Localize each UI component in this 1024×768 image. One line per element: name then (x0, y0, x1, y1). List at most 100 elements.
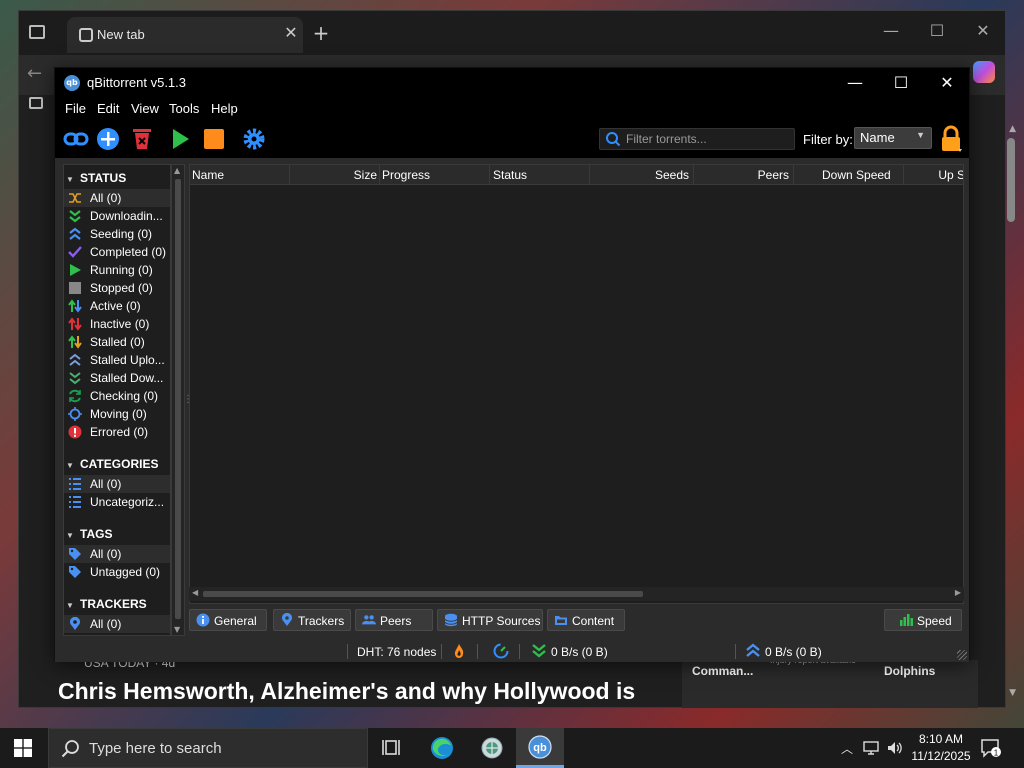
firewall-flame-icon[interactable] (451, 643, 467, 659)
new-tab-button[interactable]: + (311, 23, 331, 43)
task-view-button[interactable] (368, 728, 416, 768)
maximize-button[interactable]: ☐ (879, 70, 923, 96)
torrent-list-hscrollbar[interactable]: ◀ ▶ (189, 587, 964, 601)
status-item-stalled-uploading[interactable]: Stalled Uplo... (64, 351, 170, 369)
lock-icon[interactable] (938, 125, 964, 153)
tab-content[interactable]: Content (547, 609, 625, 631)
downloading-icon (69, 210, 81, 223)
scroll-right-icon[interactable]: ▶ (955, 588, 961, 597)
column-peers[interactable]: Peers (694, 165, 794, 185)
scroll-left-icon[interactable]: ◀ (192, 588, 198, 597)
status-item-stalled[interactable]: Stalled (0) (64, 333, 170, 351)
category-item-uncategorized[interactable]: Uncategoriz... (64, 493, 170, 511)
scroll-up-icon[interactable]: ▲ (174, 166, 180, 175)
remove-icon[interactable] (129, 126, 155, 152)
tab-speed[interactable]: Speed (884, 609, 962, 631)
scroll-down-icon[interactable]: ▼ (1009, 688, 1016, 698)
menu-view[interactable]: View (131, 101, 159, 116)
browser-sidebar-icon[interactable] (29, 97, 43, 109)
resize-grip[interactable] (957, 650, 967, 660)
categories-section-header[interactable]: ▼ CATEGORIES (66, 457, 158, 475)
filter-torrents-box[interactable] (599, 128, 795, 150)
browser-minimize-icon[interactable]: — (879, 21, 903, 41)
options-icon[interactable] (241, 126, 267, 152)
column-progress[interactable]: Progress (380, 165, 490, 185)
taskbar-search-text: Type here to search (89, 740, 222, 757)
status-item-active[interactable]: Active (0) (64, 297, 170, 315)
scroll-down-icon[interactable]: ▼ (174, 625, 180, 634)
taskbar-store-button[interactable] (468, 728, 516, 768)
collapse-triangle-icon: ▼ (66, 461, 74, 470)
status-item-inactive[interactable]: Inactive (0) (64, 315, 170, 333)
resume-icon[interactable] (167, 126, 193, 152)
menu-help[interactable]: Help (211, 101, 238, 116)
taskbar-qbittorrent-button[interactable]: qb (516, 728, 564, 768)
column-seeds[interactable]: Seeds (590, 165, 694, 185)
filter-torrents-input[interactable] (626, 130, 792, 148)
notification-center-icon[interactable]: 1 (980, 738, 1002, 758)
inactive-icon (68, 317, 82, 331)
add-link-icon[interactable] (63, 126, 89, 152)
main-toolbar: Filter by: Name ▼ (55, 120, 969, 158)
torrent-list[interactable]: Name Size Progress Status Seeds Peers Do… (189, 164, 964, 604)
tab-general[interactable]: General (189, 609, 267, 631)
status-item-seeding[interactable]: Seeding (0) (64, 225, 170, 243)
tab-trackers[interactable]: Trackers (273, 609, 351, 631)
tab-http-sources[interactable]: HTTP Sources (437, 609, 543, 631)
status-item-moving[interactable]: Moving (0) (64, 405, 170, 423)
tag-item-all[interactable]: All (0) (64, 545, 170, 563)
back-arrow-icon[interactable]: ← (27, 63, 42, 84)
browser-tab-new-tab[interactable]: New tab ✕ (67, 17, 303, 53)
hscrollbar-thumb[interactable] (203, 591, 643, 597)
pause-icon[interactable] (201, 126, 227, 152)
window-title: qBittorrent v5.1.3 (87, 75, 186, 90)
tag-item-untagged[interactable]: Untagged (0) (64, 563, 170, 581)
tracker-item-all[interactable]: All (0) (64, 615, 170, 633)
browser-tab-bar: New tab ✕ + — ☐ ✕ (19, 11, 1005, 55)
add-torrent-icon[interactable] (95, 126, 121, 152)
menu-file[interactable]: File (65, 101, 86, 116)
speed-limit-gauge-icon[interactable] (493, 643, 509, 659)
menu-edit[interactable]: Edit (97, 101, 119, 116)
copilot-icon[interactable] (973, 61, 995, 83)
system-clock[interactable]: 8:10 AM 11/12/2025 (910, 731, 972, 765)
status-item-checking[interactable]: Checking (0) (64, 387, 170, 405)
tags-section-header[interactable]: ▼ TAGS (66, 527, 112, 545)
browser-maximize-icon[interactable]: ☐ (925, 21, 949, 41)
volume-icon[interactable] (886, 740, 904, 756)
scroll-up-icon[interactable]: ▲ (1009, 124, 1016, 134)
status-item-errored[interactable]: Errored (0) (64, 423, 170, 441)
news-headline[interactable]: Chris Hemsworth, Alzheimer's and why Hol… (58, 678, 658, 705)
column-name[interactable]: Name (190, 165, 290, 185)
trackers-section-header[interactable]: ▼ TRACKERS (66, 597, 147, 615)
status-item-stalled-downloading[interactable]: Stalled Dow... (64, 369, 170, 387)
tab-peers[interactable]: Peers (355, 609, 433, 631)
network-icon[interactable] (862, 740, 880, 756)
taskbar-edge-button[interactable] (418, 728, 466, 768)
minimize-button[interactable]: — (833, 70, 877, 96)
status-item-downloading[interactable]: Downloadin... (64, 207, 170, 225)
status-section-header[interactable]: ▼ STATUS (66, 171, 126, 189)
status-item-completed[interactable]: Completed (0) (64, 243, 170, 261)
tab-close-icon[interactable]: ✕ (281, 23, 301, 43)
column-status[interactable]: Status (490, 165, 590, 185)
sidebar-scrollbar-thumb[interactable] (175, 179, 181, 619)
browser-scrollbar-thumb[interactable] (1007, 138, 1015, 222)
clock-date: 11/12/2025 (911, 749, 971, 763)
column-down-speed[interactable]: Down Speed (794, 165, 904, 185)
filter-by-select[interactable]: Name ▼ (854, 127, 932, 149)
column-size[interactable]: Size (290, 165, 380, 185)
status-item-all[interactable]: All (0) (64, 189, 170, 207)
close-button[interactable]: ✕ (925, 70, 969, 96)
status-item-running[interactable]: Running (0) (64, 261, 170, 279)
menu-tools[interactable]: Tools (169, 101, 199, 116)
column-up-speed[interactable]: Up S (904, 165, 963, 185)
windows-start-icon[interactable] (14, 739, 32, 757)
category-item-all[interactable]: All (0) (64, 475, 170, 493)
status-item-stopped[interactable]: Stopped (0) (64, 279, 170, 297)
browser-close-icon[interactable]: ✕ (971, 21, 995, 41)
stalled-icon (68, 335, 82, 349)
tray-overflow-chevron-icon[interactable]: ︿ (838, 740, 856, 756)
taskbar-search-box[interactable]: Type here to search (48, 728, 368, 768)
tab-actions-icon[interactable] (29, 25, 45, 39)
